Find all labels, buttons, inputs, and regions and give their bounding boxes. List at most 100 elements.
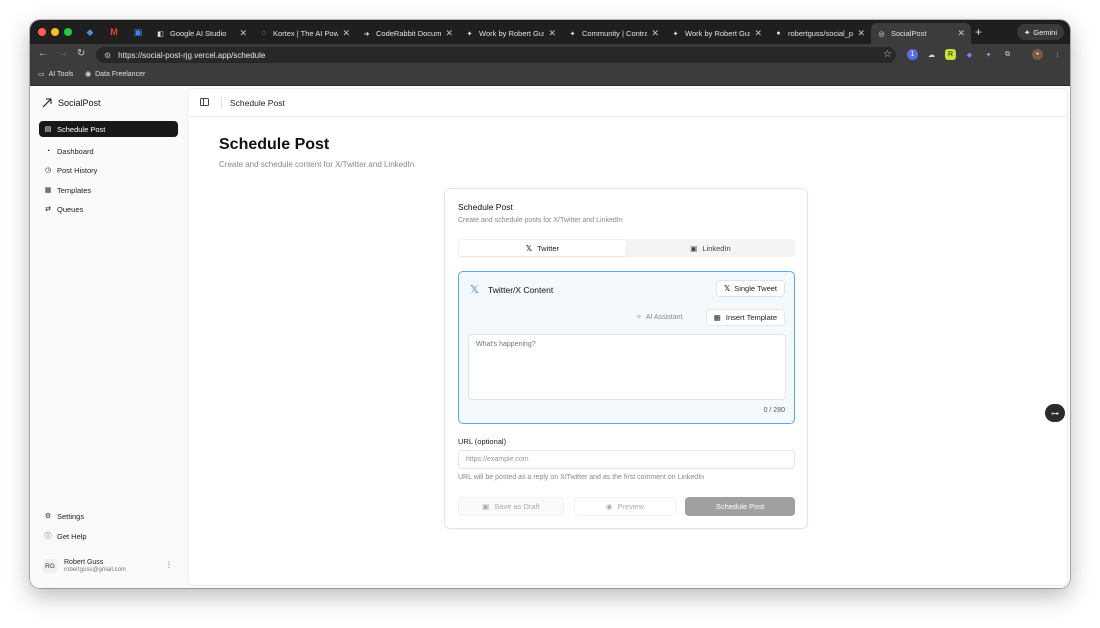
forward-arrow-icon[interactable]: →	[58, 48, 68, 59]
browser-tab[interactable]: ✦ Work by Robert Gus ✕	[665, 23, 768, 44]
tab-close-icon[interactable]: ✕	[754, 28, 762, 39]
editor-title: Twitter/X Content	[488, 285, 554, 295]
address-bar[interactable]: ⚙ https://social-post-rjg.vercel.app/sch…	[96, 47, 896, 63]
tab-close-icon[interactable]: ✕	[239, 28, 247, 39]
sidebar-item-schedule-post[interactable]: ▤ Schedule Post	[39, 121, 178, 137]
user-menu[interactable]: RG Robert Guss robertguss@gmail.com ⋮	[39, 554, 178, 578]
extension-1password-icon[interactable]: 1	[907, 49, 918, 60]
extension-cloud-icon[interactable]: ☁	[926, 49, 937, 60]
browser-tab[interactable]: ✦ Community | Contra ✕	[562, 23, 665, 44]
more-vertical-icon[interactable]: ⋮	[165, 560, 173, 569]
github-icon: ●	[776, 30, 781, 37]
toggle-icon: ⊶	[1051, 408, 1059, 418]
x-logo-icon: 𝕏	[724, 284, 731, 293]
floating-toolbar-button[interactable]: ⊶	[1045, 404, 1065, 422]
tab-close-icon[interactable]: ✕	[548, 28, 556, 39]
bookmark-data-freelancer[interactable]: ◉ Data Freelancer	[85, 70, 145, 79]
back-arrow-icon[interactable]: ←	[38, 48, 48, 59]
x-logo-icon: 𝕏	[470, 284, 479, 296]
ai-assistant-button[interactable]: ✧ AI Assistant	[636, 313, 682, 322]
help-icon: ⓘ	[44, 533, 52, 540]
sidebar: SocialPost ▤ Schedule Post ◔ Dashboard ◷…	[30, 86, 186, 588]
reload-icon[interactable]: ↻	[77, 48, 85, 59]
sidebar-item-templates[interactable]: ▦ Templates	[39, 182, 178, 198]
tab-close-icon[interactable]: ✕	[342, 28, 350, 39]
extension-sparkle-icon[interactable]: ✦	[983, 49, 994, 60]
ai-studio-icon: ◧	[157, 30, 164, 38]
close-window-button[interactable]	[38, 28, 46, 36]
save-icon: ▣	[482, 502, 490, 511]
single-tweet-button[interactable]: 𝕏 Single Tweet	[716, 280, 785, 297]
tab-label: LinkedIn	[702, 243, 731, 253]
site-settings-icon[interactable]: ⚙	[104, 51, 111, 60]
schedule-post-button[interactable]: Schedule Post	[685, 497, 795, 516]
maximize-window-button[interactable]	[64, 28, 72, 36]
tab-title: Community | Contra	[582, 29, 648, 38]
pinned-tab-gmail[interactable]: M	[108, 26, 120, 38]
extension-drop-icon[interactable]: ◆	[964, 49, 975, 60]
sidebar-item-label: Settings	[57, 511, 85, 521]
tab-close-icon[interactable]: ✕	[857, 28, 865, 39]
user-name: Robert Guss	[64, 559, 104, 566]
sparkle-icon: ✧	[636, 314, 642, 321]
pinned-tab-gemini[interactable]: ◆	[84, 26, 96, 38]
url-input[interactable]: https://example.com	[458, 450, 795, 469]
window-controls	[38, 28, 72, 36]
sidebar-item-settings[interactable]: ⚙ Settings	[39, 508, 178, 524]
schedule-post-card: Schedule Post Create and schedule posts …	[444, 188, 808, 529]
browser-window: ◆ M ▣ ◧ Google AI Studio ✕ ◌ Kortex | Th…	[30, 20, 1070, 588]
browser-tab[interactable]: ◌ Kortex | The AI Powe ✕	[253, 23, 356, 44]
save-draft-button[interactable]: ▣ Save as Draft	[458, 497, 564, 516]
new-tab-button[interactable]: +	[975, 25, 982, 39]
calendar-app-icon: ▣	[133, 26, 143, 37]
tab-close-icon[interactable]: ✕	[651, 28, 659, 39]
preview-button[interactable]: ◉ Preview	[574, 497, 676, 516]
character-count: 0 / 280	[763, 407, 785, 414]
minimize-window-button[interactable]	[51, 28, 59, 36]
twitter-editor: 𝕏 Twitter/X Content 𝕏 Single Tweet ✧ AI …	[458, 271, 795, 424]
sidebar-item-label: Dashboard	[57, 146, 94, 156]
browser-tab[interactable]: ◧ Google AI Studio ✕	[150, 23, 253, 44]
extensions-puzzle-icon[interactable]: ⧉	[1002, 49, 1013, 60]
bookmark-label: AI Tools	[48, 70, 74, 78]
profile-avatar-icon[interactable]: •	[1032, 49, 1043, 60]
sidebar-toggle-icon[interactable]	[200, 98, 209, 106]
browser-menu-icon[interactable]: ⋮	[1052, 49, 1063, 60]
sidebar-item-get-help[interactable]: ⓘ Get Help	[39, 528, 178, 544]
kortex-icon: ◌	[261, 30, 266, 37]
page-title: Schedule Post	[219, 136, 330, 153]
tab-close-icon[interactable]: ✕	[957, 28, 965, 39]
tab-title: Kortex | The AI Powe	[273, 29, 339, 38]
button-label: Preview	[617, 502, 645, 511]
tab-title: robertguss/social_p	[788, 29, 854, 38]
coderabbit-icon: ➜	[363, 30, 370, 38]
sidebar-item-label: Templates	[57, 185, 92, 195]
tweet-textarea[interactable]	[468, 334, 786, 400]
extension-r-icon[interactable]: R	[945, 49, 956, 60]
sidebar-item-dashboard[interactable]: ◔ Dashboard	[39, 143, 178, 159]
sidebar-item-queues[interactable]: ⇄ Queues	[39, 201, 178, 217]
repeat-icon: ⇄	[45, 206, 51, 213]
insert-template-button[interactable]: ▦ Insert Template	[705, 309, 785, 326]
gemini-button[interactable]: ✦ Gemini	[1016, 24, 1064, 40]
top-bar: Schedule Post	[188, 89, 1067, 117]
divider	[221, 97, 222, 108]
browser-tab[interactable]: ● robertguss/social_p ✕	[768, 23, 871, 44]
tab-close-icon[interactable]: ✕	[445, 28, 453, 39]
pinned-tab-calendar[interactable]: ▣	[132, 26, 144, 38]
contra-icon: ✦	[569, 30, 576, 38]
button-label: Single Tweet	[734, 284, 777, 293]
browser-toolbar: ← → ↻ ⚙ https://social-post-rjg.vercel.a…	[30, 44, 1070, 66]
button-label: Schedule Post	[715, 502, 765, 511]
sidebar-item-post-history[interactable]: ◷ Post History	[39, 162, 178, 178]
brand[interactable]: SocialPost	[42, 98, 101, 108]
tab-linkedin[interactable]: ▣ LinkedIn	[627, 240, 794, 256]
browser-tab[interactable]: ✦ Work by Robert Gus ✕	[459, 23, 562, 44]
tab-twitter[interactable]: 𝕏 Twitter	[459, 240, 626, 256]
page-subtitle: Create and schedule content for X/Twitte…	[219, 160, 415, 169]
bookmark-star-icon[interactable]: ☆	[883, 49, 892, 60]
tab-title: Work by Robert Gus	[685, 29, 751, 38]
browser-tab-active[interactable]: ◎ SocialPost ✕	[871, 23, 971, 44]
browser-tab[interactable]: ➜ CodeRabbit Docume ✕	[356, 23, 459, 44]
bookmark-folder-ai-tools[interactable]: ▭ AI Tools	[38, 70, 74, 79]
